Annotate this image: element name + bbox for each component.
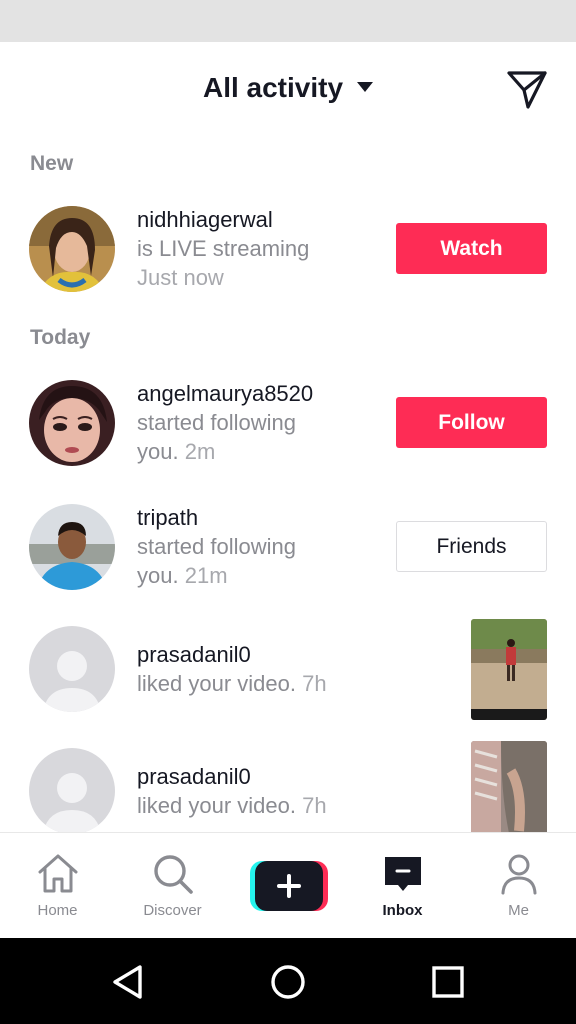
list-item[interactable]: tripath started following you. 21m Frien…	[0, 503, 576, 593]
avatar[interactable]	[29, 626, 115, 712]
section-label-new: New	[30, 152, 74, 175]
send-message-icon[interactable]	[506, 70, 548, 110]
notification-description: started following	[137, 410, 296, 435]
system-navigation-bar	[0, 938, 576, 1024]
timestamp: 7h	[302, 671, 327, 696]
notification-text: nidhhiagerwal is LIVE streaming Just now	[137, 205, 309, 292]
default-avatar-icon	[29, 748, 115, 832]
profile-icon	[501, 854, 536, 895]
search-icon	[153, 855, 193, 894]
caret-down-icon	[357, 81, 374, 92]
follow-button[interactable]: Follow	[396, 397, 547, 448]
header: All activity	[0, 42, 576, 138]
avatar[interactable]	[29, 748, 115, 832]
inbox-icon	[384, 857, 421, 891]
section-label-today: Today	[30, 326, 91, 349]
home-icon	[38, 854, 77, 893]
nav-label: Me	[508, 902, 529, 919]
list-item[interactable]: prasadanil0 liked your video. 7h	[0, 619, 576, 721]
avatar[interactable]	[29, 380, 115, 466]
avatar[interactable]	[29, 504, 115, 590]
watch-button[interactable]: Watch	[396, 223, 547, 274]
notification-description: liked your video.	[137, 671, 296, 696]
notification-description: liked your video.	[137, 793, 296, 818]
notification-description: is LIVE streaming	[137, 236, 310, 261]
timestamp: 21m	[184, 563, 228, 588]
recents-icon[interactable]	[426, 960, 470, 1004]
nav-label: Inbox	[382, 902, 423, 919]
default-avatar-icon	[29, 626, 115, 712]
notification-text: tripath started following you. 21m	[137, 503, 296, 590]
nav-label: Home	[37, 902, 78, 919]
video-thumbnail[interactable]	[471, 619, 547, 720]
username[interactable]: nidhhiagerwal	[137, 205, 309, 234]
status-bar	[0, 0, 576, 42]
notification-text: angelmaurya8520 started following you. 2…	[137, 379, 313, 466]
timestamp: Just now	[137, 265, 224, 290]
activity-filter-dropdown[interactable]: All activity	[0, 72, 576, 104]
page-title: All activity	[202, 72, 344, 103]
username[interactable]: angelmaurya8520	[137, 379, 313, 408]
back-icon[interactable]	[106, 960, 150, 1004]
list-item[interactable]: nidhhiagerwal is LIVE streaming Just now…	[0, 205, 576, 295]
notification-description-end: you.	[137, 439, 179, 464]
username[interactable]: tripath	[137, 503, 296, 532]
list-item[interactable]: prasadanil0 liked your video. 7h	[0, 740, 576, 832]
notification-text: prasadanil0 liked your video. 7h	[137, 762, 327, 820]
username[interactable]: prasadanil0	[137, 640, 327, 669]
username[interactable]: prasadanil0	[137, 762, 327, 791]
nav-inbox[interactable]: Inbox	[345, 851, 460, 919]
video-thumbnail[interactable]	[471, 741, 547, 832]
nav-home[interactable]: Home	[0, 851, 115, 919]
nav-me[interactable]: Me	[461, 851, 576, 919]
notification-description: started following	[137, 534, 296, 559]
timestamp: 2m	[184, 439, 216, 464]
nav-discover[interactable]: Discover	[115, 851, 230, 919]
list-item[interactable]: angelmaurya8520 started following you. 2…	[0, 379, 576, 469]
avatar[interactable]	[29, 206, 115, 292]
friends-button[interactable]: Friends	[396, 521, 547, 572]
notification-text: prasadanil0 liked your video. 7h	[137, 640, 327, 698]
create-video-button[interactable]	[250, 861, 328, 911]
timestamp: 7h	[302, 793, 327, 818]
home-circle-icon[interactable]	[266, 960, 310, 1004]
bottom-navigation: Home Discover Inbox Me	[0, 832, 576, 938]
nav-label: Discover	[143, 902, 202, 919]
notification-description-end: you.	[137, 563, 179, 588]
